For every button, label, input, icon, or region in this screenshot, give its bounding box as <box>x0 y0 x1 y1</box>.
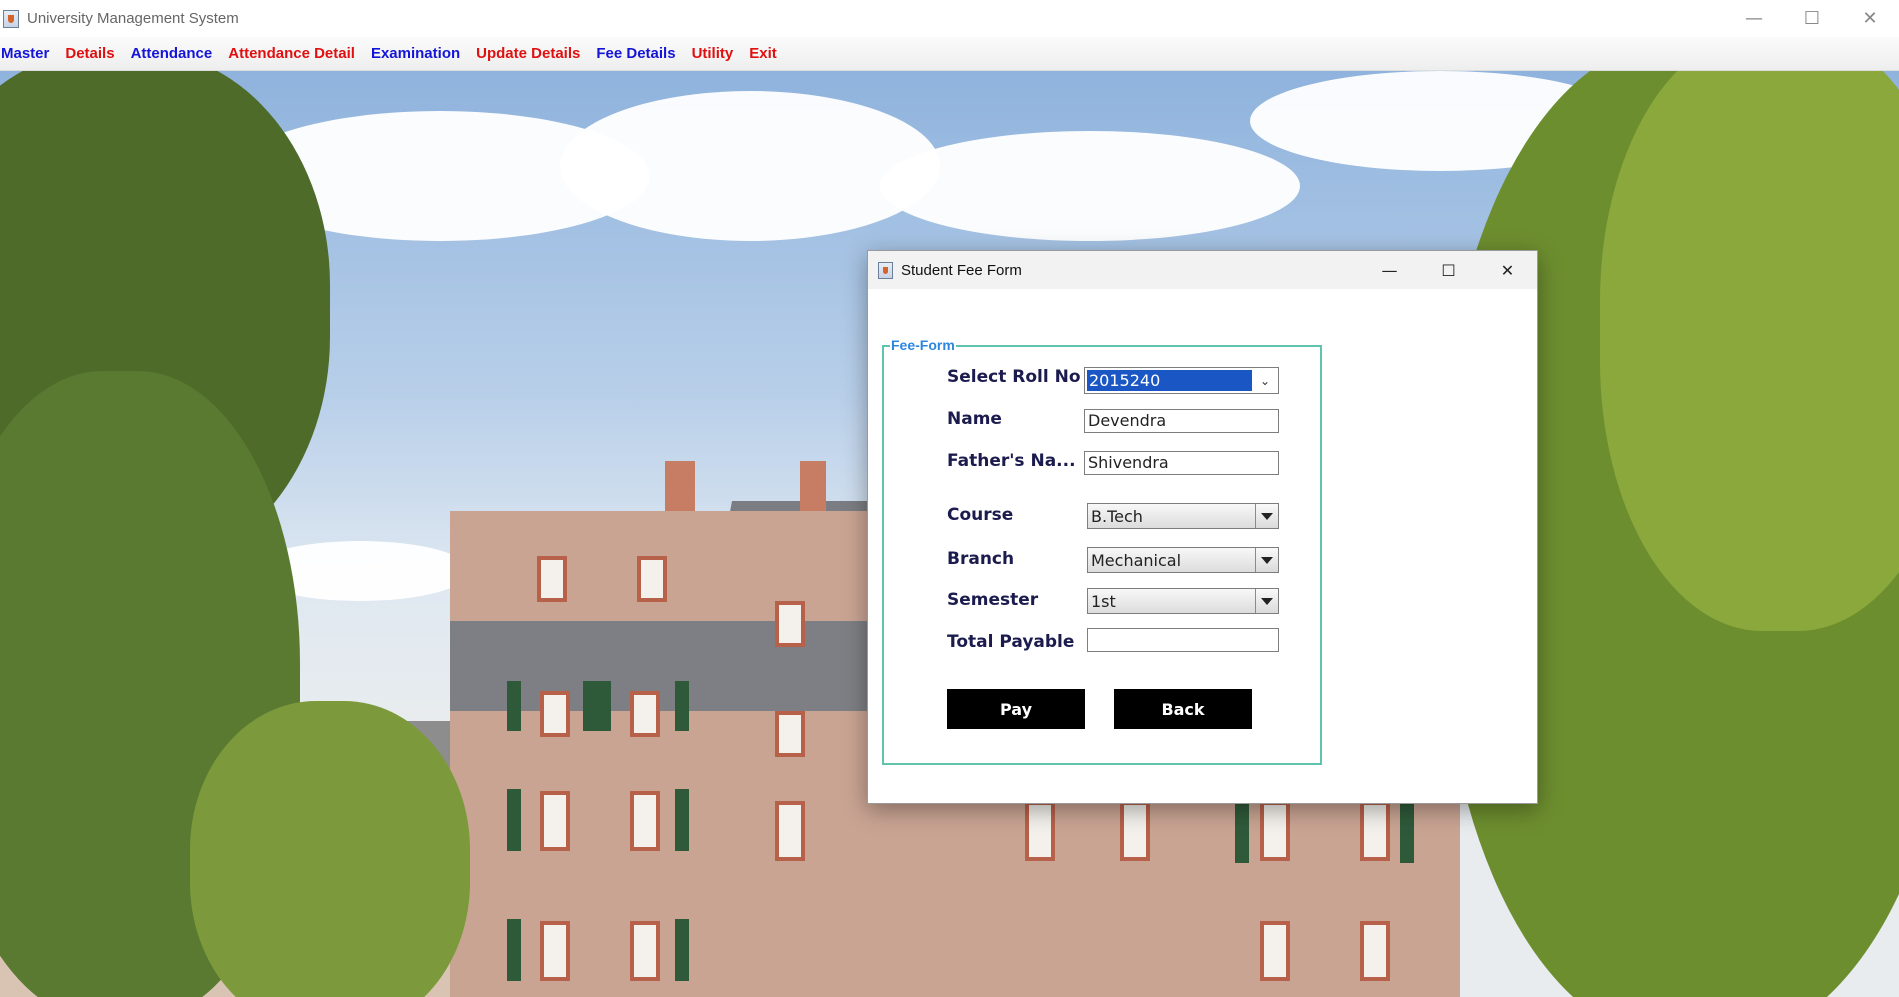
branch-selected-value: Mechanical <box>1091 550 1182 570</box>
menu-update-details[interactable]: Update Details <box>476 45 580 62</box>
dialog-close-button[interactable]: ✕ <box>1478 251 1537 289</box>
pay-button[interactable]: Pay <box>947 689 1085 729</box>
dialog-window-controls: — ☐ ✕ <box>1360 251 1537 289</box>
roll-no-selected-value[interactable]: 2015240 <box>1087 370 1252 391</box>
menu-attendance[interactable]: Attendance <box>131 45 213 62</box>
dialog-minimize-button[interactable]: — <box>1360 251 1419 289</box>
total-payable-label: Total Payable <box>947 632 1075 652</box>
dialog-maximize-button[interactable]: ☐ <box>1419 251 1478 289</box>
menu-master[interactable]: Master <box>1 45 49 62</box>
chevron-down-icon[interactable]: ⌄ <box>1252 374 1278 388</box>
dropdown-arrow-icon[interactable] <box>1255 504 1278 528</box>
main-title-bar: University Management System — ☐ ✕ <box>0 0 1899 37</box>
main-window-controls: — ☐ ✕ <box>1725 0 1899 37</box>
course-label: Course <box>947 505 1014 525</box>
roll-no-label: Select Roll No <box>947 367 1081 387</box>
java-app-icon <box>3 9 19 28</box>
fee-form-group: Fee-Form Select Roll No 2015240 ⌄ Name D… <box>882 337 1322 765</box>
menu-utility[interactable]: Utility <box>692 45 734 62</box>
minimize-button[interactable]: — <box>1725 0 1783 37</box>
java-app-icon <box>878 261 893 279</box>
menu-bar: Master Details Attendance Attendance Det… <box>0 37 1899 71</box>
name-label: Name <box>947 409 1002 429</box>
dialog-title-bar: Student Fee Form — ☐ ✕ <box>868 251 1537 289</box>
dropdown-arrow-icon[interactable] <box>1255 589 1278 613</box>
semester-dropdown[interactable]: 1st <box>1087 588 1279 614</box>
menu-fee-details[interactable]: Fee Details <box>596 45 675 62</box>
roll-no-combobox[interactable]: 2015240 ⌄ <box>1084 367 1279 394</box>
back-button[interactable]: Back <box>1114 689 1252 729</box>
father-name-label: Father's Na... <box>947 451 1076 471</box>
menu-examination[interactable]: Examination <box>371 45 460 62</box>
menu-attendance-detail[interactable]: Attendance Detail <box>228 45 355 62</box>
dialog-title: Student Fee Form <box>901 261 1022 279</box>
menu-details[interactable]: Details <box>65 45 114 62</box>
fee-form-title: Fee-Form <box>890 337 956 353</box>
name-field[interactable]: Devendra <box>1084 409 1279 433</box>
total-payable-field[interactable] <box>1087 628 1279 652</box>
maximize-button[interactable]: ☐ <box>1783 0 1841 37</box>
menu-exit[interactable]: Exit <box>749 45 777 62</box>
branch-dropdown[interactable]: Mechanical <box>1087 547 1279 573</box>
course-dropdown[interactable]: B.Tech <box>1087 503 1279 529</box>
course-selected-value: B.Tech <box>1091 506 1143 526</box>
main-window-title: University Management System <box>27 10 239 27</box>
semester-label: Semester <box>947 590 1039 610</box>
semester-selected-value: 1st <box>1091 591 1116 611</box>
student-fee-dialog: Student Fee Form — ☐ ✕ Fee-Form Select R… <box>867 250 1538 804</box>
close-button[interactable]: ✕ <box>1841 0 1899 37</box>
branch-label: Branch <box>947 549 1015 569</box>
father-name-field[interactable]: Shivendra <box>1084 451 1279 475</box>
dropdown-arrow-icon[interactable] <box>1255 548 1278 572</box>
